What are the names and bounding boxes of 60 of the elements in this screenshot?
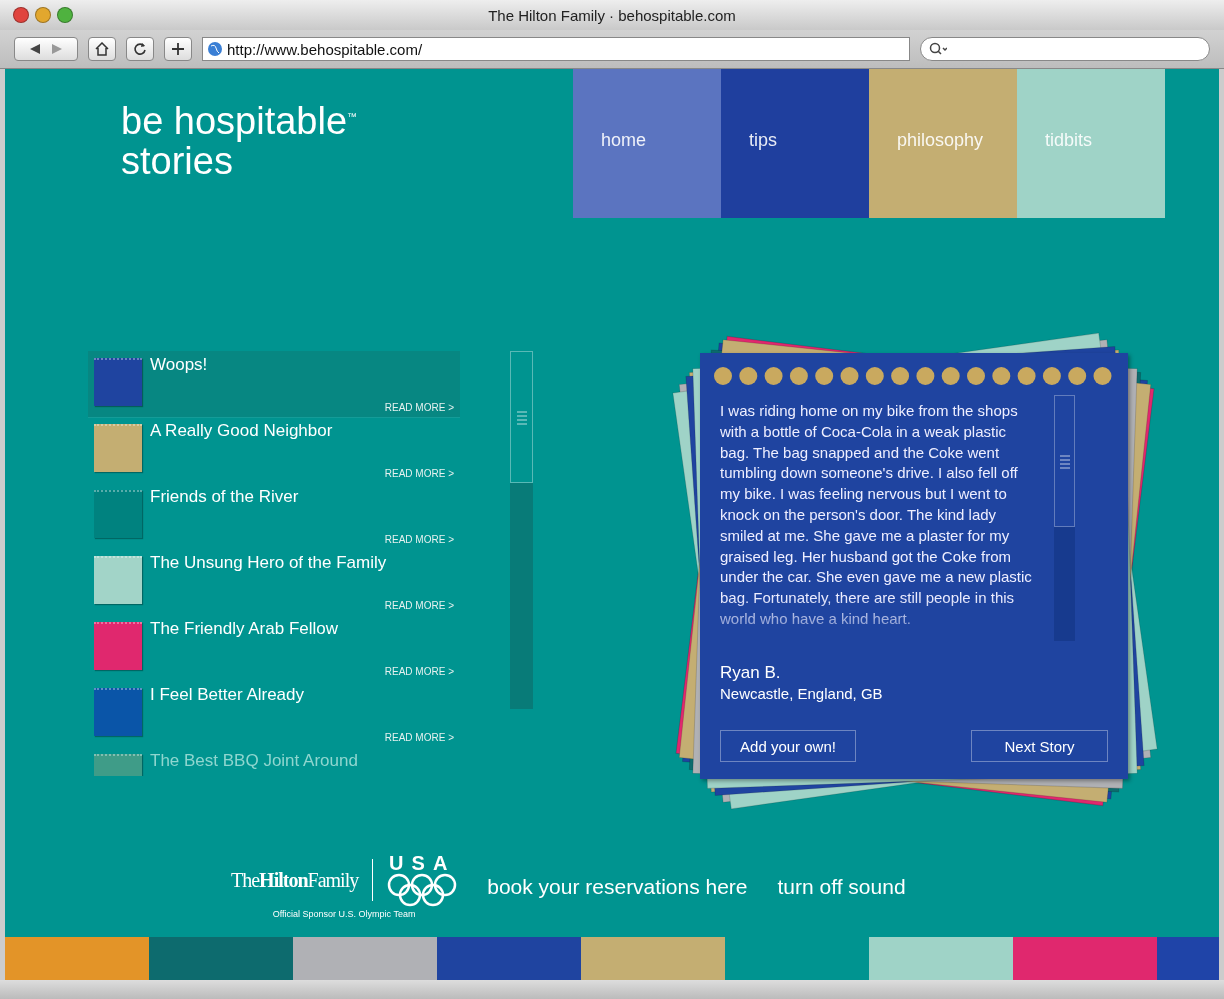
nav-tab[interactable]: tips [721,69,869,218]
scrollbar-thumb[interactable] [510,351,533,483]
story-item[interactable]: A Really Good Neighbor READ MORE > [88,417,460,483]
read-more-link[interactable]: READ MORE > [384,666,454,677]
site-title: be hospitable$^{™}$ [121,98,359,141]
forward-icon [50,44,62,54]
story-item[interactable]: Friends of the River READ MORE > [88,483,460,549]
story-scrollbar-thumb[interactable] [1054,395,1075,527]
home-button[interactable] [88,37,116,61]
story-title[interactable]: Friends of the River [150,487,454,507]
globe-icon [207,41,223,57]
plus-icon [172,43,184,55]
read-more-link[interactable]: READ MORE > [384,534,454,545]
author-name: Ryan B. [720,663,782,683]
next-story-button[interactable]: Next Story [971,730,1108,762]
story-scrollbar[interactable] [1054,395,1075,641]
search-field[interactable] [920,37,1210,61]
story-title[interactable]: I Feel Better Already [150,685,454,705]
reload-button[interactable] [126,37,154,61]
read-more-link[interactable]: READ MORE > [384,402,454,413]
story-item-selected[interactable]: Woops! READ MORE > [88,351,460,417]
window-title: The Hilton Family · behospitable.com [487,6,737,24]
story-item[interactable]: The Unsung Hero of the Family READ MORE > [88,549,460,615]
close-button[interactable] [13,7,29,23]
nav-tab[interactable]: philosophy [869,69,1017,218]
olympic-rings-icon [387,873,458,907]
scrollbar[interactable] [510,351,533,709]
story-item[interactable]: The Best BBQ Joint Around [88,747,460,776]
story-title[interactable]: The Friendly Arab Fellow [150,619,454,639]
site-subtitle: stories [121,140,233,181]
author-location: Newcastle, England, GB [720,685,884,702]
story-item[interactable]: The Friendly Arab Fellow READ MORE > [88,615,460,681]
story-title[interactable]: The Best BBQ Joint Around [150,751,454,771]
story-text: I was riding home on my bike from the shops with a bottle of Coca-Cola in a weak plastic bag. The bag snapped and the Coke went tumbling down someone's drive. I also fell off my bike. I was feeling nervous but I went to knock on the person's door. The kind lady smiled at me. She gave me a plaster for my graised leg. Her husband got the Coke from under the car. She even gave me a new plastic bag. Fortunately, there are still people in this world who have a kind heart. [720,401,1033,629]
sound-toggle-link[interactable]: turn off sound [777,875,906,899]
add-story-button[interactable]: Add your own! [720,730,856,762]
minimize-button[interactable] [35,7,51,23]
reload-icon [133,42,147,56]
grip-icon [1058,453,1071,469]
story-title[interactable]: Woops! [150,355,454,375]
back-icon [30,44,42,54]
read-more-link[interactable]: READ MORE > [384,468,454,479]
story-item[interactable]: I Feel Better Already READ MORE > [88,681,460,747]
brand-logo-text: TheHiltonFamily [231,868,359,892]
story-title[interactable]: A Really Good Neighbor [150,421,454,441]
reservations-link[interactable]: book your reservations here [487,875,748,899]
read-more-link[interactable]: READ MORE > [384,732,454,743]
url-text: http://www.behospitable.com/ [227,40,423,58]
read-more-link[interactable]: READ MORE > [384,600,454,611]
usa-logo-text: USA [389,853,456,873]
zoom-button[interactable] [57,7,73,23]
home-icon [95,42,109,56]
add-bookmark-button[interactable] [164,37,192,61]
nav-tab[interactable]: home [573,69,721,218]
grip-icon [515,409,528,425]
address-field[interactable]: http://www.behospitable.com/ [202,37,910,61]
sponsor-text: Official Sponsor U.S. Olympic Team [271,909,417,919]
back-forward-button[interactable] [14,37,78,61]
search-icon [929,42,947,56]
story-title[interactable]: The Unsung Hero of the Family [150,553,454,573]
